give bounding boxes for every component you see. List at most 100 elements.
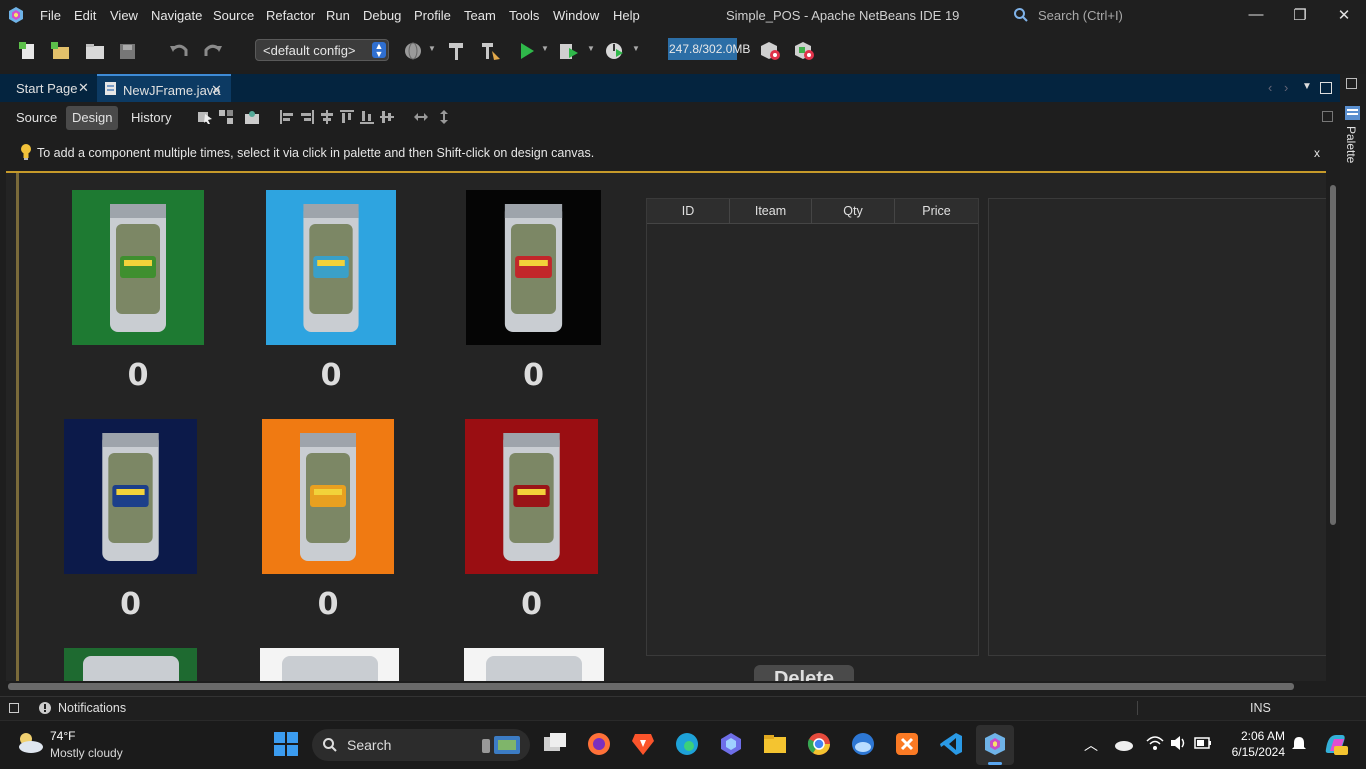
product-image-1[interactable] xyxy=(72,190,204,345)
menu-view[interactable]: View xyxy=(110,8,138,23)
change-horizontal-resizability-icon[interactable] xyxy=(413,109,429,125)
system-clock[interactable]: 2:06 AM 6/15/2024 xyxy=(1225,728,1285,760)
scroll-tabs-right-icon[interactable]: › xyxy=(1284,80,1288,95)
history-view-button[interactable]: History xyxy=(125,106,177,130)
notifications-label[interactable]: Notifications xyxy=(58,701,126,715)
align-left-icon[interactable] xyxy=(279,109,295,125)
xampp-icon[interactable] xyxy=(894,731,920,757)
product-image-6[interactable] xyxy=(465,419,598,574)
firefox-icon[interactable] xyxy=(586,731,612,757)
dropdown-arrow-icon[interactable]: ▼ xyxy=(428,44,436,53)
design-canvas[interactable]: 0 0 0 0 0 0 ID Iteam Qty Price Delete xyxy=(6,173,1326,681)
redo-icon[interactable] xyxy=(202,41,224,61)
receipt-panel[interactable] xyxy=(988,198,1326,656)
pause-io-icon[interactable] xyxy=(794,41,816,61)
horizontal-scrollbar[interactable] xyxy=(6,681,1326,693)
task-view-icon[interactable] xyxy=(542,731,568,757)
product-image-3[interactable] xyxy=(466,190,601,345)
build-hammer-icon[interactable] xyxy=(446,41,468,61)
scroll-tabs-left-icon[interactable]: ‹ xyxy=(1268,80,1272,95)
maximize-editor-icon[interactable] xyxy=(1320,82,1332,94)
selection-mode-icon[interactable] xyxy=(197,109,213,125)
change-vertical-resizability-icon[interactable] xyxy=(436,109,452,125)
copilot-app-icon[interactable] xyxy=(718,731,744,757)
memory-usage-indicator[interactable]: 247.8/302.0MB xyxy=(668,38,752,60)
volume-icon[interactable] xyxy=(1170,735,1188,751)
copilot-preview-icon[interactable] xyxy=(1322,731,1348,757)
vscode-icon[interactable] xyxy=(938,731,964,757)
preview-design-icon[interactable] xyxy=(244,109,260,125)
design-view-button[interactable]: Design xyxy=(66,106,119,130)
show-output-icon[interactable] xyxy=(9,703,19,713)
file-explorer-icon[interactable] xyxy=(762,731,788,757)
gc-memory-icon[interactable] xyxy=(760,41,782,61)
delete-button[interactable]: Delete xyxy=(754,665,854,681)
debug-dropdown-icon[interactable]: ▼ xyxy=(587,44,595,53)
onedrive-cloud-icon[interactable] xyxy=(1114,737,1134,751)
close-window-button[interactable]: ✕ xyxy=(1334,6,1354,26)
vertical-scrollbar[interactable] xyxy=(1327,173,1339,681)
align-top-icon[interactable] xyxy=(339,109,355,125)
show-opened-documents-icon[interactable]: ▼ xyxy=(1302,81,1312,92)
notification-center-icon[interactable] xyxy=(1290,735,1308,753)
netbeans-taskbar-item[interactable] xyxy=(976,725,1014,765)
profile-project-icon[interactable] xyxy=(603,41,625,61)
menu-debug[interactable]: Debug xyxy=(363,8,401,23)
thunderbird-icon[interactable] xyxy=(850,731,876,757)
tab-start-page[interactable]: Start Page ✕ xyxy=(8,74,96,102)
restore-window-group-icon[interactable] xyxy=(1346,78,1357,89)
maximize-design-icon[interactable] xyxy=(1322,111,1333,122)
windows-start-icon[interactable] xyxy=(273,731,299,757)
menu-run[interactable]: Run xyxy=(326,8,350,23)
column-header-price[interactable]: Price xyxy=(895,199,978,224)
horizontal-scrollbar-thumb[interactable] xyxy=(8,683,1294,690)
palette-tab[interactable]: Palette xyxy=(1344,126,1358,163)
menu-help[interactable]: Help xyxy=(613,8,640,23)
run-dropdown-icon[interactable]: ▼ xyxy=(541,44,549,53)
product-image-row3-3[interactable] xyxy=(464,648,604,681)
column-header-item[interactable]: Iteam xyxy=(730,199,812,224)
debug-project-icon[interactable] xyxy=(558,41,580,61)
center-vertically-icon[interactable] xyxy=(379,109,395,125)
browser-globe-icon[interactable] xyxy=(402,41,424,61)
wifi-icon[interactable] xyxy=(1146,735,1164,751)
run-project-icon[interactable] xyxy=(516,41,538,61)
battery-icon[interactable] xyxy=(1194,737,1212,749)
menu-tools[interactable]: Tools xyxy=(509,8,539,23)
source-view-button[interactable]: Source xyxy=(10,106,63,130)
connection-mode-icon[interactable] xyxy=(218,109,234,125)
new-project-icon[interactable] xyxy=(50,41,72,61)
menu-team[interactable]: Team xyxy=(464,8,496,23)
menu-window[interactable]: Window xyxy=(553,8,599,23)
order-table[interactable]: ID Iteam Qty Price xyxy=(646,198,979,656)
close-tab-icon[interactable]: ✕ xyxy=(78,80,89,96)
product-image-row3-2[interactable] xyxy=(260,648,399,681)
taskbar-search[interactable]: Search xyxy=(312,729,530,761)
notification-bell-icon[interactable] xyxy=(38,701,52,715)
new-file-icon[interactable] xyxy=(18,41,40,61)
product-image-row3-1[interactable] xyxy=(64,648,197,681)
product-image-2[interactable] xyxy=(266,190,396,345)
save-all-icon[interactable] xyxy=(117,41,139,61)
column-header-qty[interactable]: Qty xyxy=(812,199,895,224)
align-bottom-icon[interactable] xyxy=(359,109,375,125)
menu-edit[interactable]: Edit xyxy=(74,8,96,23)
align-right-icon[interactable] xyxy=(299,109,315,125)
ide-search-field[interactable]: Search (Ctrl+I) xyxy=(1010,5,1230,25)
restore-window-button[interactable]: ❐ xyxy=(1290,6,1310,26)
menu-profile[interactable]: Profile xyxy=(414,8,451,23)
configuration-select[interactable]: <default config> ▲ ▼ xyxy=(255,39,389,61)
brave-browser-icon[interactable] xyxy=(630,731,656,757)
tab-newjframe[interactable]: NewJFrame.java ✕ xyxy=(97,74,231,102)
column-header-id[interactable]: ID xyxy=(647,199,730,224)
edge-browser-icon[interactable] xyxy=(674,731,700,757)
undo-icon[interactable] xyxy=(168,41,190,61)
menu-refactor[interactable]: Refactor xyxy=(266,8,315,23)
profile-dropdown-icon[interactable]: ▼ xyxy=(632,44,640,53)
product-image-4[interactable] xyxy=(64,419,197,574)
menu-navigate[interactable]: Navigate xyxy=(151,8,202,23)
menu-source[interactable]: Source xyxy=(213,8,254,23)
show-hidden-icons-chevron-icon[interactable]: ︿ xyxy=(1084,735,1098,755)
clean-build-icon[interactable] xyxy=(480,41,502,61)
palette-icon[interactable] xyxy=(1345,106,1360,120)
